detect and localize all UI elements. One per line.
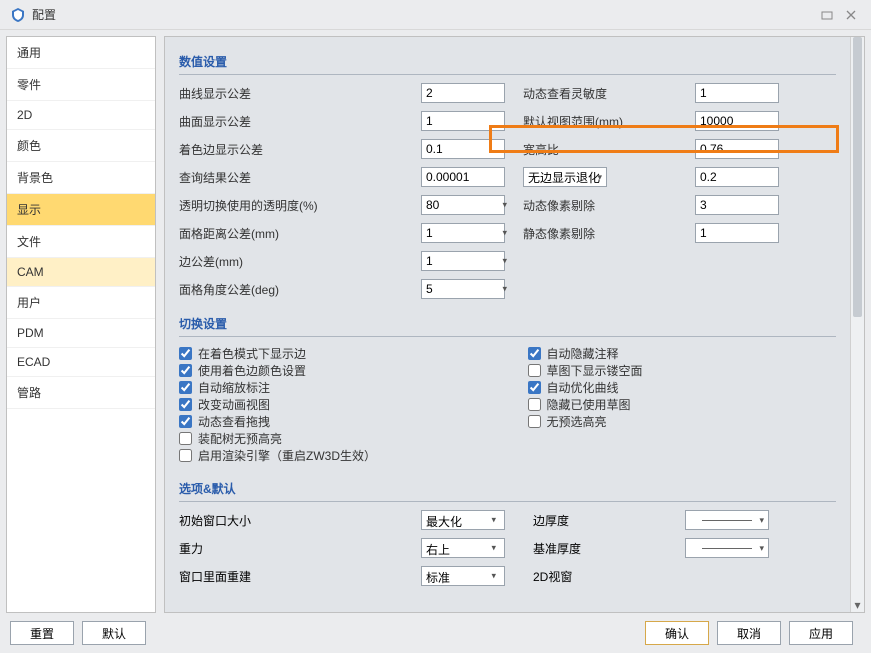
curve-tol-label: 曲线显示公差 [179, 85, 409, 102]
edge-tol-label: 着色边显示公差 [179, 141, 409, 158]
check-anim-view[interactable]: 改变动画视图 [179, 396, 488, 413]
ok-button[interactable]: 确认 [645, 621, 709, 645]
default-button[interactable]: 默认 [82, 621, 146, 645]
transparency-label: 透明切换使用的透明度(%) [179, 197, 409, 214]
gravity-select[interactable]: 右上▾ [421, 538, 505, 558]
sidebar-item-pdm[interactable]: PDM [7, 319, 155, 348]
sidebar-item-general[interactable]: 通用 [7, 37, 155, 69]
sidebar-item-bgcolor[interactable]: 背景色 [7, 162, 155, 194]
edge-thick-select[interactable]: ▾ [685, 510, 769, 530]
cancel-button[interactable]: 取消 [717, 621, 781, 645]
scrollbar-thumb[interactable] [853, 37, 862, 317]
app-icon [10, 7, 26, 23]
check-shaded-edge[interactable]: 在着色模式下显示边 [179, 345, 488, 362]
vertical-scrollbar[interactable]: ▾ [850, 37, 864, 612]
section-numeric-title: 数值设置 [179, 47, 836, 75]
aspect-input[interactable] [695, 139, 779, 159]
section-toggle-title: 切换设置 [179, 309, 836, 337]
query-tol-input[interactable] [421, 167, 505, 187]
check-edge-color[interactable]: 使用着色边颜色设置 [179, 362, 488, 379]
check-render-engine[interactable]: 启用渲染引擎（重启ZW3D生效） [179, 447, 488, 464]
check-nopresel[interactable]: 无预选高亮 [528, 413, 837, 430]
sidebar-item-part[interactable]: 零件 [7, 69, 155, 101]
check-auto-hide-anno[interactable]: 自动隐藏注释 [528, 345, 837, 362]
window-rebuild-label: 窗口里面重建 [179, 568, 409, 585]
default-view-label: 默认视图范围(mm) [523, 113, 683, 130]
check-hide-used-sketch[interactable]: 隐藏已使用草图 [528, 396, 837, 413]
sidebar-item-display[interactable]: 显示 [7, 194, 155, 226]
static-pixel-input[interactable] [695, 223, 779, 243]
surface-tol-label: 曲面显示公差 [179, 113, 409, 130]
noedge-select[interactable]: 无边显示退化▾ [523, 167, 607, 187]
check-sketch-hollow[interactable]: 草图下显示镂空面 [528, 362, 837, 379]
help-icon[interactable] [817, 5, 837, 25]
mesh-angle-label: 面格角度公差(deg) [179, 281, 409, 298]
transparency-input[interactable] [421, 195, 505, 215]
dyn-sens-input[interactable] [695, 83, 779, 103]
curve-tol-input[interactable] [421, 83, 505, 103]
main-panel: 数值设置 曲线显示公差 动态查看灵敏度 曲面显示公差 默认视图范围(mm) 着色… [164, 36, 865, 613]
aspect-label: 宽高比 [523, 141, 683, 158]
initial-window-label: 初始窗口大小 [179, 512, 409, 529]
sidebar-item-file[interactable]: 文件 [7, 226, 155, 258]
base-thick-select[interactable]: ▾ [685, 538, 769, 558]
sidebar-item-cam[interactable]: CAM [7, 258, 155, 287]
base-thick-label: 基准厚度 [533, 540, 673, 557]
scroll-down-icon[interactable]: ▾ [851, 598, 864, 612]
edge-thick-label: 边厚度 [533, 512, 673, 529]
check-assy-nopre[interactable]: 装配树无预高亮 [179, 430, 488, 447]
gravity-label: 重力 [179, 540, 409, 557]
view2d-label: 2D视窗 [533, 568, 673, 585]
sidebar-item-user[interactable]: 用户 [7, 287, 155, 319]
query-tol-label: 查询结果公差 [179, 169, 409, 186]
noedge-input[interactable] [695, 167, 779, 187]
check-auto-scale[interactable]: 自动缩放标注 [179, 379, 488, 396]
close-icon[interactable] [841, 5, 861, 25]
initial-window-select[interactable]: 最大化▾ [421, 510, 505, 530]
window-title: 配置 [32, 6, 56, 23]
check-auto-optimize[interactable]: 自动优化曲线 [528, 379, 837, 396]
window-rebuild-select[interactable]: 标准▾ [421, 566, 505, 586]
default-view-input[interactable] [695, 111, 779, 131]
mesh-angle-input[interactable] [421, 279, 505, 299]
static-pixel-label: 静态像素剔除 [523, 225, 683, 242]
edge-tol-input[interactable] [421, 139, 505, 159]
dyn-pixel-label: 动态像素剔除 [523, 197, 683, 214]
edge-mm-label: 边公差(mm) [179, 253, 409, 270]
section-options-title: 选项&默认 [179, 474, 836, 502]
mesh-dist-input[interactable] [421, 223, 505, 243]
dyn-sens-label: 动态查看灵敏度 [523, 85, 683, 102]
sidebar-item-ecad[interactable]: ECAD [7, 348, 155, 377]
sidebar: 通用 零件 2D 颜色 背景色 显示 文件 CAM 用户 PDM ECAD 管路 [6, 36, 156, 613]
sidebar-item-2d[interactable]: 2D [7, 101, 155, 130]
sidebar-item-color[interactable]: 颜色 [7, 130, 155, 162]
sidebar-item-route[interactable]: 管路 [7, 377, 155, 409]
edge-mm-input[interactable] [421, 251, 505, 271]
apply-button[interactable]: 应用 [789, 621, 853, 645]
reset-button[interactable]: 重置 [10, 621, 74, 645]
titlebar: 配置 [0, 0, 871, 30]
surface-tol-input[interactable] [421, 111, 505, 131]
footer: 重置 默认 确认 取消 应用 [0, 613, 871, 653]
mesh-dist-label: 面格距离公差(mm) [179, 225, 409, 242]
dyn-pixel-input[interactable] [695, 195, 779, 215]
check-dyn-drag[interactable]: 动态查看拖拽 [179, 413, 488, 430]
